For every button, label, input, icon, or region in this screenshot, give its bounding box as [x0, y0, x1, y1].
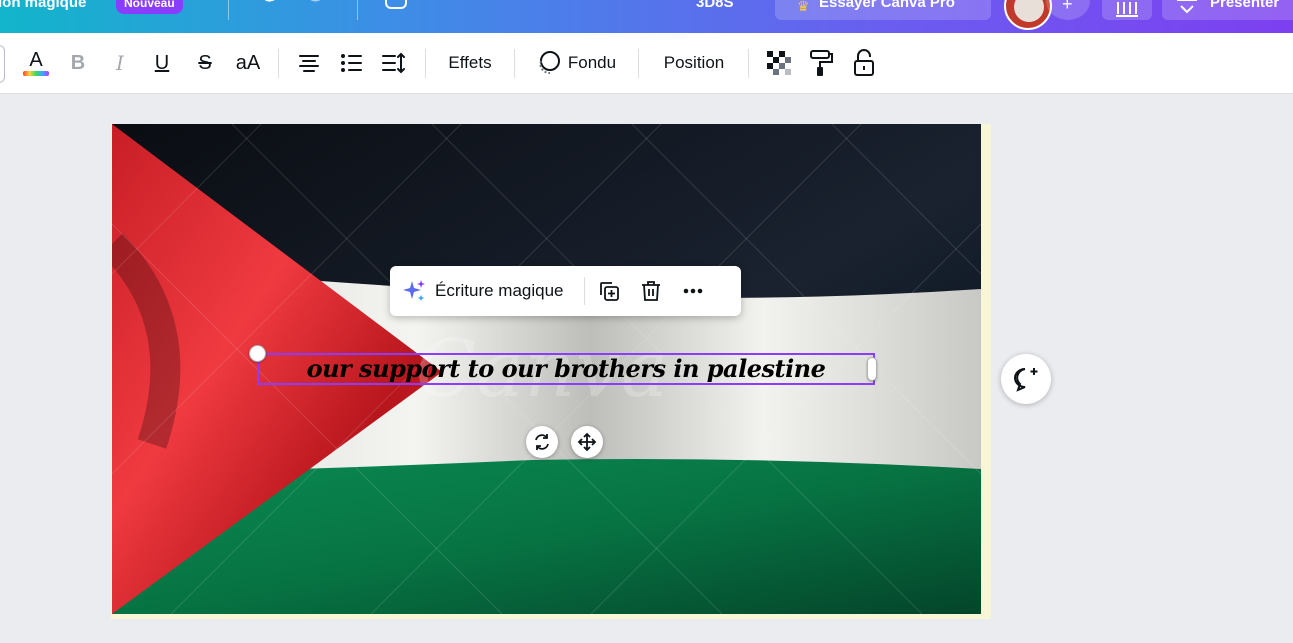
add-comment-button[interactable]	[1001, 354, 1051, 404]
try-pro-label: Essayer Canva Pro	[819, 0, 955, 11]
design-size-label[interactable]: 3D8S	[696, 0, 734, 11]
position-label: Position	[663, 53, 725, 72]
canvas-text[interactable]: our support to our brothers in palestine	[259, 355, 873, 383]
fade-label: Fondu	[567, 53, 617, 72]
underline-button[interactable]: U	[148, 46, 176, 80]
color-swatch-bar	[23, 71, 49, 76]
new-badge: Nouveau	[116, 0, 183, 14]
top-bar: ion magique Nouveau 3D8S ♛ Essayer Canva…	[0, 0, 1293, 33]
avatar[interactable]	[1004, 0, 1052, 30]
resize-handle-right[interactable]	[867, 357, 877, 381]
move-icon	[577, 432, 597, 452]
text-color-button[interactable]: A	[20, 46, 52, 80]
magic-feature-label[interactable]: ion magique	[0, 0, 86, 11]
crown-icon: ♛	[797, 0, 810, 14]
sparkle-icon	[403, 280, 425, 301]
present-icon	[1177, 0, 1197, 14]
trash-icon	[641, 281, 660, 301]
move-button[interactable]	[571, 426, 603, 458]
transparency-button[interactable]	[764, 46, 794, 80]
magic-write-button[interactable]: Écriture magique	[401, 278, 564, 304]
menu-divider	[583, 277, 585, 305]
text-color-icon: A	[29, 49, 43, 71]
effects-label: Effets	[448, 53, 492, 72]
strikethrough-button[interactable]: S	[191, 46, 219, 80]
save-status-icon[interactable]	[383, 0, 409, 17]
toolbar-divider	[278, 49, 279, 78]
plus-icon: +	[1062, 0, 1073, 14]
more-options-button[interactable]	[677, 275, 709, 307]
rotate-button[interactable]	[526, 426, 558, 458]
context-menu: Écriture magique	[390, 266, 741, 316]
present-button[interactable]: Présenter	[1162, 0, 1293, 20]
align-center-button[interactable]	[294, 46, 324, 80]
selected-text-box[interactable]: our support to our brothers in palestine	[257, 353, 875, 385]
magic-write-label: Écriture magique	[435, 281, 564, 300]
present-label: Présenter	[1210, 0, 1280, 11]
duplicate-button[interactable]	[593, 275, 625, 307]
rotate-icon	[535, 434, 549, 450]
more-icon	[683, 288, 702, 294]
toolbar-divider	[514, 49, 515, 78]
list-button[interactable]	[336, 46, 366, 80]
toolbar-divider	[638, 49, 639, 78]
bullet-list-icon	[341, 54, 362, 72]
lock-icon	[854, 49, 874, 76]
spacing-button[interactable]	[379, 46, 409, 80]
text-toolbar: A B I U S aA Effets Fondu Position	[0, 33, 1293, 94]
topbar-divider	[357, 0, 358, 20]
italic-button[interactable]: I	[106, 46, 134, 80]
delete-button[interactable]	[635, 275, 667, 307]
fade-button[interactable]: Fondu	[528, 46, 624, 80]
duplicate-icon	[599, 282, 619, 301]
line-spacing-icon	[382, 52, 405, 74]
comment-add-icon	[1014, 368, 1038, 392]
copy-style-button[interactable]	[806, 46, 836, 80]
chart-icon	[1116, 2, 1138, 17]
font-size-field-edge[interactable]	[0, 45, 5, 83]
case-button[interactable]: aA	[230, 46, 266, 80]
transparency-icon	[767, 51, 791, 75]
undo-icon[interactable]	[258, 0, 280, 17]
analytics-button[interactable]	[1102, 0, 1152, 20]
position-button[interactable]: Position	[652, 46, 736, 80]
effects-button[interactable]: Effets	[438, 46, 502, 80]
bold-button[interactable]: B	[64, 46, 92, 80]
try-pro-button[interactable]: ♛ Essayer Canva Pro	[775, 0, 991, 20]
add-member-button[interactable]: +	[1046, 0, 1090, 20]
toolbar-divider	[425, 49, 426, 78]
topbar-divider	[228, 0, 229, 20]
lock-button[interactable]	[849, 46, 879, 80]
align-center-icon	[299, 55, 319, 72]
resize-handle-left[interactable]	[249, 345, 266, 362]
fade-icon	[539, 51, 560, 74]
redo-icon[interactable]	[305, 0, 327, 17]
paint-roller-icon	[810, 50, 833, 76]
toolbar-divider	[748, 49, 749, 78]
